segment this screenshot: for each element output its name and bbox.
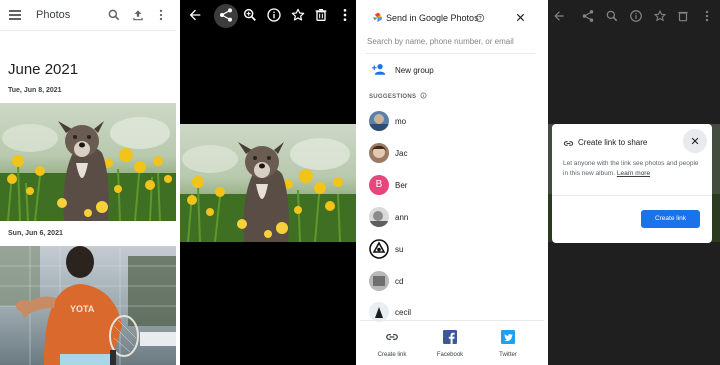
divider (552, 195, 712, 196)
top-app-bar: Photos (0, 0, 176, 30)
photos-library-panel: Photos June 2021 Tue, Jun 8, 2021 Sun, J… (0, 0, 176, 365)
avatar (369, 271, 389, 291)
contact-item[interactable]: mo (369, 111, 539, 131)
dialog-description: Let anyone with the link see photos and … (563, 160, 699, 177)
create-link-panel: Create link to share Let anyone with the… (548, 0, 720, 365)
search-icon[interactable] (107, 8, 121, 22)
dog-photo-full[interactable] (180, 124, 356, 242)
avatar (369, 239, 389, 259)
twitter-share-action[interactable]: Twitter (486, 330, 530, 358)
create-link-action[interactable]: Create link (370, 330, 414, 358)
star-icon[interactable] (290, 7, 306, 23)
date-heading: Sun, Jun 6, 2021 (8, 230, 63, 237)
create-link-button[interactable]: Create link (641, 210, 700, 228)
close-icon[interactable] (515, 12, 526, 23)
contact-name: mo (395, 117, 407, 126)
delete-icon[interactable] (313, 7, 329, 23)
delete-icon (678, 11, 688, 22)
contact-name: cecil (395, 308, 412, 317)
contact-item[interactable]: ann (369, 207, 539, 227)
contact-name: Jac (395, 149, 408, 158)
google-photos-logo-icon (372, 12, 383, 23)
sheet-title: Send in Google Photos (386, 13, 479, 23)
more-options-icon[interactable] (154, 8, 168, 22)
contact-item[interactable]: cd (369, 271, 539, 291)
contact-name: ann (395, 213, 409, 222)
contact-item[interactable]: cecil (369, 302, 539, 322)
share-icon[interactable] (218, 7, 234, 23)
learn-more-link[interactable]: Learn more (617, 170, 650, 177)
zoom-in-icon[interactable] (242, 7, 258, 23)
avatar: B (369, 175, 389, 195)
date-heading: Tue, Jun 8, 2021 (8, 87, 62, 94)
dialog-close-button[interactable] (683, 129, 707, 153)
contact-item[interactable]: B Ber (369, 175, 539, 195)
app-title: Photos (36, 9, 71, 21)
dialog-title: Create link to share (578, 138, 648, 147)
suggestions-label: SUGGESTIONS (369, 92, 427, 100)
upload-icon[interactable] (131, 8, 145, 22)
svg-text:YOTA: YOTA (70, 304, 95, 314)
zoom-in-icon (606, 10, 618, 22)
divider (365, 53, 535, 54)
divider (360, 320, 544, 321)
info-icon[interactable] (420, 92, 427, 99)
help-icon[interactable] (475, 13, 485, 23)
back-arrow-icon (554, 11, 564, 21)
info-icon[interactable] (266, 7, 282, 23)
create-link-dialog: Create link to share Let anyone with the… (552, 124, 712, 243)
photo-viewer-panel (180, 0, 356, 365)
info-icon (630, 10, 642, 22)
contact-name: su (395, 245, 404, 254)
recipient-search-input[interactable]: Search by name, phone number, or email (367, 37, 514, 46)
contact-name: Ber (395, 181, 408, 190)
send-sheet-panel: Send in Google Photos Search by name, ph… (360, 0, 544, 365)
star-icon (653, 9, 667, 22)
avatar (369, 302, 389, 322)
more-options-icon (705, 10, 709, 22)
contact-item[interactable]: Jac (369, 143, 539, 163)
back-arrow-icon[interactable] (187, 7, 203, 23)
tennis-photo[interactable]: YOTA (0, 246, 176, 365)
twitter-icon (501, 330, 515, 344)
facebook-icon (443, 330, 457, 344)
link-icon (386, 334, 398, 340)
facebook-share-action[interactable]: Facebook (428, 330, 472, 358)
avatar (369, 111, 389, 131)
contact-item[interactable]: su (369, 239, 539, 259)
avatar (369, 207, 389, 227)
new-group-button[interactable]: New group (395, 66, 434, 75)
new-group-icon (372, 64, 386, 75)
menu-icon[interactable] (9, 10, 21, 20)
more-options-icon[interactable] (337, 7, 353, 23)
dog-photo[interactable] (0, 103, 176, 221)
avatar (369, 143, 389, 163)
contact-name: cd (395, 277, 404, 286)
link-icon (563, 141, 574, 146)
month-heading: June 2021 (8, 61, 79, 78)
divider (0, 30, 176, 31)
share-icon (582, 10, 594, 22)
close-icon (691, 137, 699, 145)
